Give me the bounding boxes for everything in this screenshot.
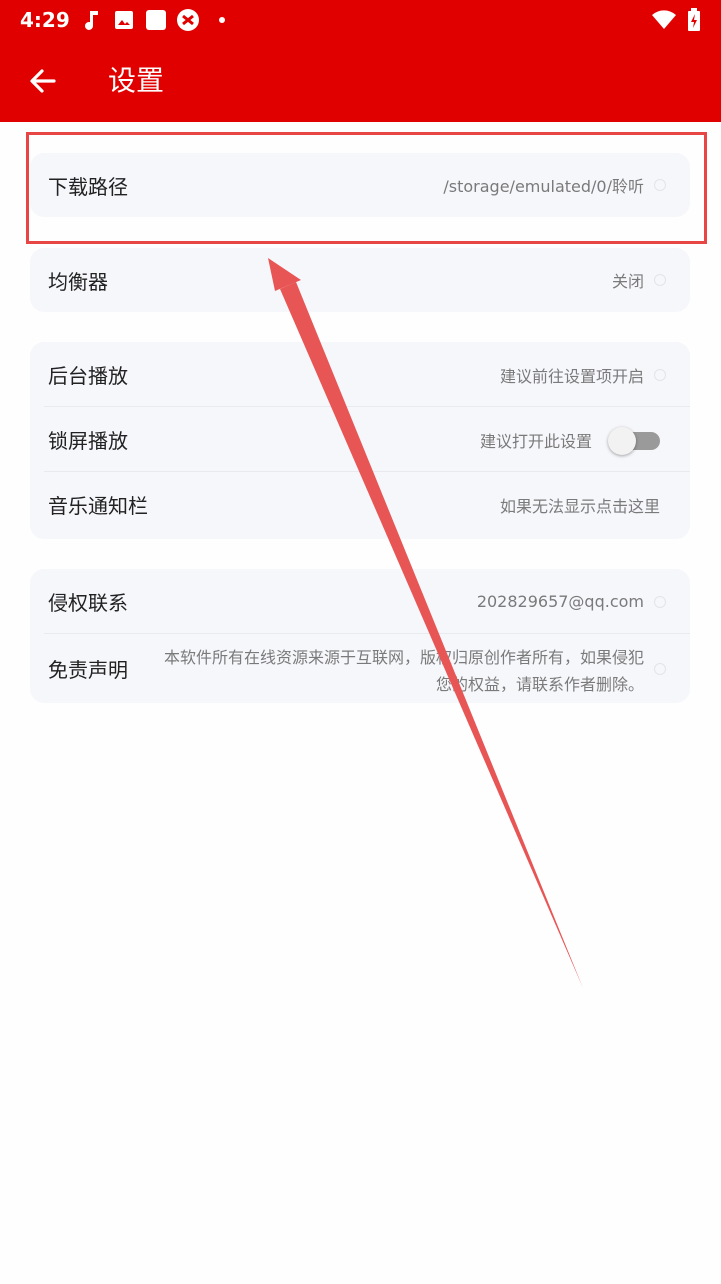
background-play-value: 建议前往设置项开启 bbox=[499, 366, 644, 386]
square-icon bbox=[144, 8, 168, 32]
infringement-contact-label: 侵权联系 bbox=[48, 591, 128, 615]
arrow-left-icon bbox=[24, 69, 62, 104]
equalizer-value: 关闭 bbox=[611, 272, 644, 291]
setting-row-lockscreen-play: 锁屏播放 建议打开此设置 bbox=[30, 407, 690, 472]
chevron-right-icon bbox=[654, 662, 666, 675]
battery-charging-icon bbox=[682, 8, 706, 32]
dot-icon bbox=[210, 8, 234, 32]
music-note-icon bbox=[80, 8, 104, 32]
disclaimer-label: 免责声明 bbox=[48, 658, 128, 682]
chevron-right-icon bbox=[654, 595, 666, 608]
lockscreen-play-value: 建议打开此设置 bbox=[479, 431, 592, 451]
wifi-icon bbox=[652, 8, 676, 32]
legal-card: 侵权联系 202829657@qq.com 免责声明 本软件所有在线资源来源于互… bbox=[30, 569, 690, 703]
status-bar: 4:29 bbox=[0, 0, 721, 40]
playback-card: 后台播放 建议前往设置项开启 锁屏播放 建议打开此设置 音乐通知栏 如果无法显示… bbox=[30, 342, 690, 539]
disclaimer-text: 本软件所有在线资源来源于互联网，版权归原创作者所有，如果侵犯您的权益，请联系作者… bbox=[163, 648, 644, 694]
toggle-knob bbox=[608, 427, 636, 455]
app-icon bbox=[176, 8, 200, 32]
background-play-label: 后台播放 bbox=[48, 364, 128, 388]
setting-row-infringement-contact[interactable]: 侵权联系 202829657@qq.com bbox=[30, 569, 690, 634]
setting-row-music-notification[interactable]: 音乐通知栏 如果无法显示点击这里 bbox=[30, 472, 690, 537]
setting-row-disclaimer[interactable]: 免责声明 本软件所有在线资源来源于互联网，版权归原创作者所有，如果侵犯您的权益，… bbox=[30, 634, 690, 703]
chevron-right-icon bbox=[654, 368, 666, 381]
music-notification-label: 音乐通知栏 bbox=[48, 494, 148, 518]
chevron-right-icon bbox=[654, 274, 666, 286]
settings-screen: 4:29 设置 下载路径 /storage/emulated/0/聆听 均衡器 … bbox=[0, 0, 721, 1284]
equalizer-label: 均衡器 bbox=[48, 269, 108, 294]
equalizer-card: 均衡器 关闭 bbox=[30, 248, 690, 312]
back-button[interactable] bbox=[24, 62, 62, 100]
setting-row-equalizer[interactable]: 均衡器 关闭 bbox=[30, 248, 690, 312]
image-icon bbox=[112, 8, 136, 32]
app-bar: 设置 bbox=[0, 40, 721, 122]
lockscreen-play-label: 锁屏播放 bbox=[48, 429, 128, 453]
page-title: 设置 bbox=[108, 64, 165, 97]
lockscreen-play-toggle[interactable] bbox=[608, 427, 660, 455]
infringement-contact-value: 202829657@qq.com bbox=[476, 592, 644, 611]
annotation-highlight-box bbox=[26, 132, 707, 244]
top-bar: 4:29 设置 bbox=[0, 0, 721, 122]
music-notification-value: 如果无法显示点击这里 bbox=[499, 496, 660, 516]
status-time: 4:29 bbox=[20, 8, 70, 32]
setting-row-background-play[interactable]: 后台播放 建议前往设置项开启 bbox=[30, 342, 690, 407]
